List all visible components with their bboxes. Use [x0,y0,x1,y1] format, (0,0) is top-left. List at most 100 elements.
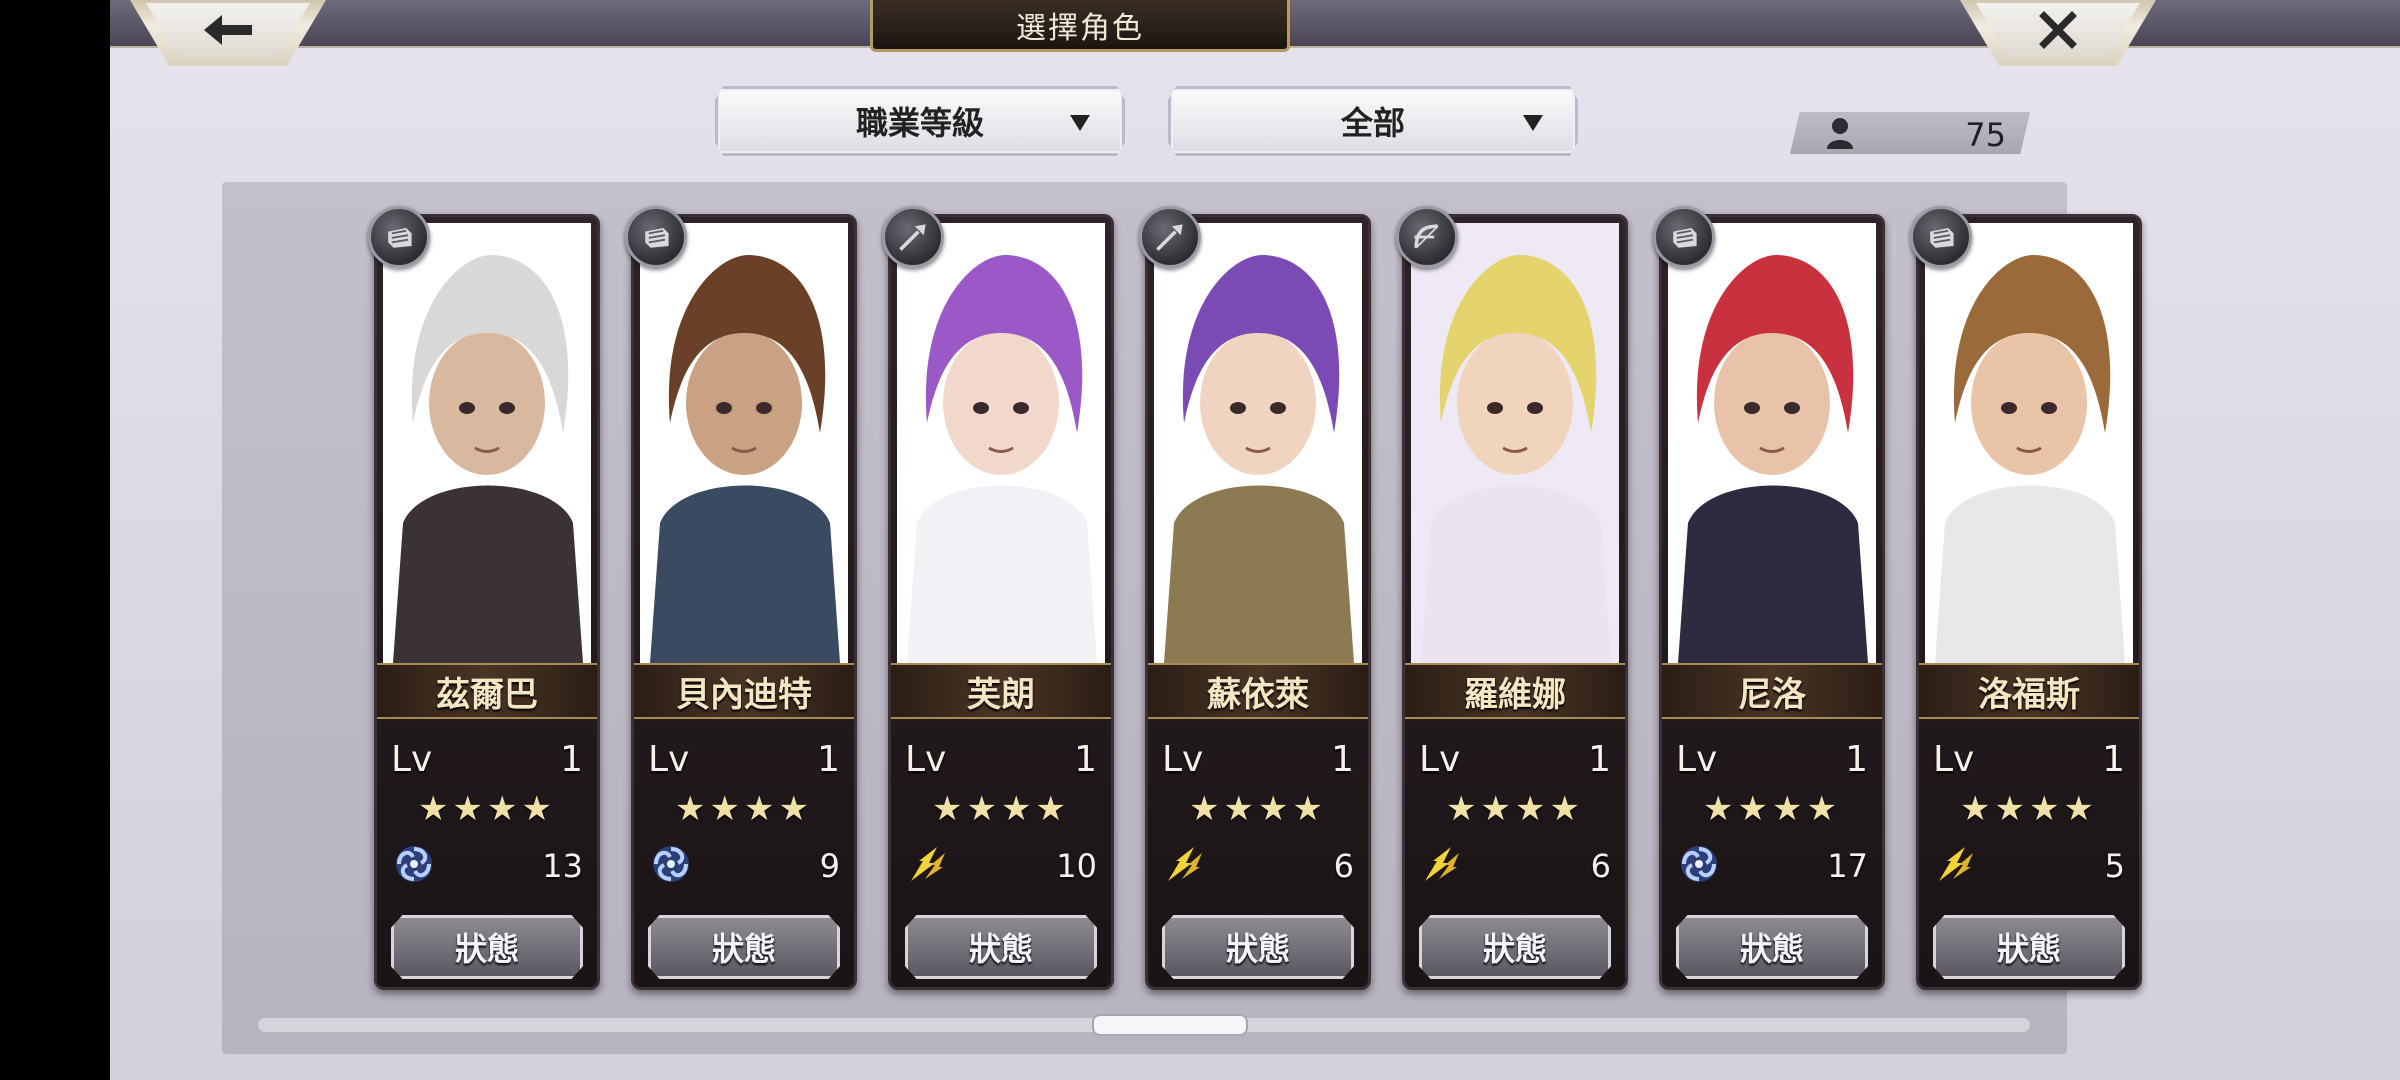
rarity-stars: ★★★★ [1446,789,1584,829]
bow-icon [1396,206,1458,268]
character-info: Lv 1 ★★★★ 9 狀態 [634,719,854,987]
element-value: 6 [1590,847,1611,885]
category-dropdown[interactable]: 全部 [1168,86,1578,156]
character-card[interactable]: 羅維娜 Lv 1 ★★★★ 6 狀態 [1402,214,1628,990]
chevron-down-icon [1523,115,1543,131]
person-icon [1827,118,1853,149]
status-button[interactable]: 狀態 [905,915,1097,979]
element-value: 9 [819,847,840,885]
character-card[interactable]: 洛福斯 Lv 1 ★★★★ 5 狀態 [1916,214,2142,990]
element-value: 5 [2104,847,2125,885]
character-info: Lv 1 ★★★★ 5 狀態 [1919,719,2139,987]
level-label: Lv [391,739,433,780]
status-button[interactable]: 狀態 [1162,915,1354,979]
element-value: 13 [542,847,583,885]
level-value: 1 [1845,739,1868,780]
element-value: 6 [1333,847,1354,885]
level-row: Lv 1 [1162,739,1354,780]
status-button[interactable]: 狀態 [1676,915,1868,979]
element-row: 10 [907,843,1097,887]
character-card[interactable]: 尼洛 Lv 1 ★★★★ 17 狀態 [1659,214,1885,990]
level-value: 1 [2102,739,2125,780]
roster-count-value: 75 [1965,116,2006,154]
close-x-icon [2039,11,2077,49]
character-card[interactable]: 蘇依萊 Lv 1 ★★★★ 6 狀態 [1145,214,1371,990]
chevron-down-icon [1070,115,1090,131]
level-value: 1 [817,739,840,780]
character-card[interactable]: 貝內迪特 Lv 1 ★★★★ 9 狀態 [631,214,857,990]
rarity-stars: ★★★★ [675,789,813,829]
level-value: 1 [1588,739,1611,780]
status-button[interactable]: 狀態 [1933,915,2125,979]
category-dropdown-label: 全部 [1340,104,1405,142]
rarity-stars: ★★★★ [1189,789,1327,829]
character-name: 茲爾巴 [377,663,597,719]
lightning-wing-icon [1164,843,1206,885]
arrow-left-icon [204,15,252,45]
level-value: 1 [1074,739,1097,780]
fist-gauntlet-icon [1653,206,1715,268]
rarity-stars: ★★★★ [1703,789,1841,829]
level-label: Lv [1419,739,1461,780]
character-name: 蘇依萊 [1148,663,1368,719]
fist-gauntlet-icon [1910,206,1972,268]
element-row: 9 [650,843,840,887]
element-row: 5 [1935,843,2125,887]
level-value: 1 [1331,739,1354,780]
spear-icon [1139,206,1201,268]
character-name: 貝內迪特 [634,663,854,719]
level-label: Lv [1676,739,1718,780]
character-portrait [383,223,591,663]
element-value: 17 [1827,847,1868,885]
scrollbar-thumb[interactable] [1092,1014,1248,1036]
character-portrait [1154,223,1362,663]
character-info: Lv 1 ★★★★ 6 狀態 [1148,719,1368,987]
element-row: 13 [393,843,583,887]
level-row: Lv 1 [391,739,583,780]
element-value: 10 [1056,847,1097,885]
level-label: Lv [1933,739,1975,780]
wind-swirl-icon [1678,843,1720,885]
spear-icon [882,206,944,268]
sort-dropdown[interactable]: 職業等級 [715,86,1125,156]
roster-count: 75 [1790,112,2030,154]
status-button[interactable]: 狀態 [1419,915,1611,979]
character-name: 洛福斯 [1919,663,2139,719]
wind-swirl-icon [393,843,435,885]
character-card[interactable]: 茲爾巴 Lv 1 ★★★★ 13 狀態 [374,214,600,990]
lightning-wing-icon [1421,843,1463,885]
sort-dropdown-label: 職業等級 [855,104,984,142]
lightning-wing-icon [907,843,949,885]
element-row: 17 [1678,843,1868,887]
level-value: 1 [560,739,583,780]
character-name: 芙朗 [891,663,1111,719]
character-name: 尼洛 [1662,663,1882,719]
page-title: 選擇角色 [870,0,1290,52]
character-info: Lv 1 ★★★★ 6 狀態 [1405,719,1625,987]
level-row: Lv 1 [905,739,1097,780]
rarity-stars: ★★★★ [932,789,1070,829]
character-portrait [1668,223,1876,663]
level-row: Lv 1 [648,739,840,780]
level-label: Lv [1162,739,1204,780]
level-row: Lv 1 [1419,739,1611,780]
element-row: 6 [1421,843,1611,887]
character-info: Lv 1 ★★★★ 10 狀態 [891,719,1111,987]
lightning-wing-icon [1935,843,1977,885]
fist-gauntlet-icon [368,206,430,268]
level-label: Lv [905,739,947,780]
character-portrait [1925,223,2133,663]
status-button[interactable]: 狀態 [648,915,840,979]
character-portrait [897,223,1105,663]
level-label: Lv [648,739,690,780]
character-name: 羅維娜 [1405,663,1625,719]
rarity-stars: ★★★★ [1960,789,2098,829]
character-card[interactable]: 芙朗 Lv 1 ★★★★ 10 狀態 [888,214,1114,990]
character-portrait [640,223,848,663]
level-row: Lv 1 [1676,739,1868,780]
element-row: 6 [1164,843,1354,887]
wind-swirl-icon [650,843,692,885]
fist-gauntlet-icon [625,206,687,268]
character-portrait [1411,223,1619,663]
status-button[interactable]: 狀態 [391,915,583,979]
